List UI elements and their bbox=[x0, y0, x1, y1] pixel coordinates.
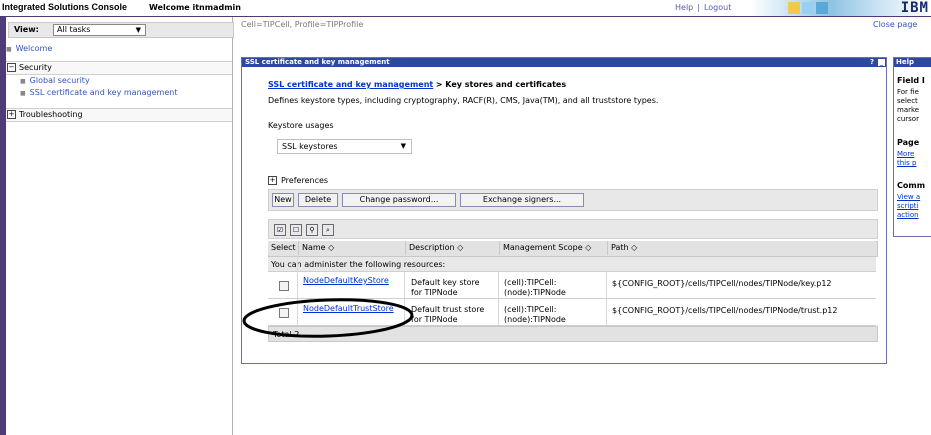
view-select[interactable]: All tasks ▼ bbox=[53, 24, 146, 36]
nav-item-welcome[interactable]: ■ Welcome bbox=[6, 43, 232, 55]
nav-group-label: Security bbox=[19, 63, 52, 72]
keystore-usages-select[interactable]: SSL keystores ▼ bbox=[277, 139, 412, 154]
panel-title: SSL certificate and key management bbox=[245, 58, 390, 66]
nav-group-troubleshooting[interactable]: + Troubleshooting bbox=[6, 108, 232, 122]
close-page-link[interactable]: Close page bbox=[873, 20, 917, 29]
row-description: Default trust store bbox=[411, 305, 485, 314]
panel-description: Defines keystore types, including crypto… bbox=[268, 96, 659, 105]
column-header-select: Select bbox=[268, 241, 299, 255]
row-scope-line2: (node):TIPNode bbox=[504, 315, 566, 324]
column-header-management-scope[interactable]: Management Scope ◇ bbox=[500, 241, 608, 255]
select-all-icon[interactable]: ☑ bbox=[274, 224, 286, 236]
navigation-panel: View: All tasks ▼ ■ Welcome − Security ■ Gl… bbox=[6, 17, 234, 435]
expand-icon: + bbox=[268, 176, 277, 185]
filter-icon[interactable]: ⚲ bbox=[306, 224, 318, 236]
nav-item-label: Welcome bbox=[15, 44, 53, 53]
nav-group-label: Troubleshooting bbox=[19, 110, 83, 119]
chevron-down-icon: ▼ bbox=[400, 142, 406, 150]
decoration-block bbox=[788, 2, 800, 14]
keystore-usages-value: SSL keystores bbox=[282, 142, 338, 151]
help-command-link[interactable]: action bbox=[897, 211, 919, 219]
row-checkbox[interactable] bbox=[279, 281, 289, 291]
nav-group-security[interactable]: − Security bbox=[6, 61, 232, 75]
panel-path: SSL certificate and key management > Key… bbox=[268, 80, 566, 89]
header-links: Help | Logout bbox=[675, 3, 731, 12]
view-select-value: All tasks bbox=[57, 25, 91, 34]
view-row: View: All tasks ▼ bbox=[8, 22, 234, 38]
expand-icon[interactable]: + bbox=[7, 110, 16, 119]
column-divider bbox=[606, 272, 607, 325]
column-header-name[interactable]: Name ◇ bbox=[299, 241, 406, 255]
show-filter-icon[interactable]: ⌕ bbox=[322, 224, 334, 236]
app-title: Integrated Solutions Console bbox=[2, 2, 128, 12]
chevron-down-icon: ▼ bbox=[135, 26, 141, 34]
welcome-text: Welcome itnmadmin bbox=[149, 3, 241, 12]
help-text-line: select bbox=[897, 97, 918, 105]
row-path: ${CONFIG_ROOT}/cells/TIPCell/nodes/TIPNo… bbox=[612, 279, 832, 288]
table-toolbar bbox=[268, 219, 878, 239]
row-scope: (cell):TIPCell: bbox=[504, 278, 557, 287]
help-title: Help bbox=[894, 58, 931, 67]
keystore-name-link[interactable]: NodeDefaultKeyStore bbox=[303, 276, 389, 285]
help-command-link[interactable]: View a bbox=[897, 193, 920, 201]
panel-titlebar: SSL certificate and key management ? _ bbox=[242, 58, 886, 67]
preferences-label: Preferences bbox=[281, 176, 329, 185]
help-panel: Help Field I For fie select marke cursor… bbox=[893, 57, 931, 237]
help-field-heading: Field I bbox=[897, 76, 925, 85]
logout-link[interactable]: Logout bbox=[704, 3, 731, 12]
row-path: ${CONFIG_ROOT}/cells/TIPCell/nodes/TIPNo… bbox=[612, 306, 838, 315]
help-command-heading: Comm bbox=[897, 181, 926, 190]
column-header-description[interactable]: Description ◇ bbox=[406, 241, 500, 255]
column-header-path[interactable]: Path ◇ bbox=[608, 241, 876, 255]
collapse-icon[interactable]: − bbox=[7, 63, 16, 72]
keystore-usages-label: Keystore usages bbox=[268, 121, 334, 130]
breadcrumb: Cell=TIPCell, Profile=TIPProfile bbox=[241, 20, 364, 29]
view-label: View: bbox=[14, 25, 39, 34]
bullet-icon: ■ bbox=[6, 46, 12, 53]
exchange-signers-button[interactable]: Exchange signers... bbox=[460, 193, 584, 207]
nav-item-label: Global security bbox=[29, 76, 90, 85]
nav-item-ssl-certificate[interactable]: ■ SSL certificate and key management bbox=[20, 87, 246, 99]
panel-minimize-icon[interactable]: _ bbox=[878, 59, 885, 66]
help-command-link[interactable]: scripti bbox=[897, 202, 918, 210]
help-this-page-link[interactable]: this p bbox=[897, 159, 916, 167]
annotation-ellipse bbox=[242, 298, 414, 338]
help-more-link[interactable]: More bbox=[897, 150, 914, 158]
preferences-toggle[interactable]: + Preferences bbox=[268, 176, 328, 185]
path-link-ssl[interactable]: SSL certificate and key management bbox=[268, 80, 433, 89]
path-current: > Key stores and certificates bbox=[435, 80, 567, 89]
row-description: Default key store bbox=[411, 278, 480, 287]
help-page-heading: Page bbox=[897, 138, 920, 147]
top-banner: Integrated Solutions Console Welcome itn… bbox=[0, 0, 931, 17]
nav-item-global-security[interactable]: ■ Global security bbox=[20, 75, 246, 87]
panel-help-icon[interactable]: ? bbox=[870, 58, 874, 67]
link-separator: | bbox=[697, 3, 700, 12]
help-text-line: For fie bbox=[897, 88, 919, 96]
change-password-button[interactable]: Change password... bbox=[342, 193, 456, 207]
column-divider bbox=[498, 272, 499, 325]
help-text-line: marke bbox=[897, 106, 920, 114]
row-scope-line2: (node):TIPNode bbox=[504, 288, 566, 297]
administer-row: You can administer the following resourc… bbox=[268, 257, 876, 272]
new-button[interactable]: New bbox=[272, 193, 294, 207]
bullet-icon: ■ bbox=[20, 90, 26, 97]
row-scope: (cell):TIPCell: bbox=[504, 305, 557, 314]
bullet-icon: ■ bbox=[20, 78, 26, 85]
help-text-line: cursor bbox=[897, 115, 919, 123]
decoration-block bbox=[802, 2, 814, 14]
decoration-block bbox=[816, 2, 828, 14]
ibm-logo: IBM bbox=[900, 0, 929, 16]
nav-item-label: SSL certificate and key management bbox=[29, 88, 178, 97]
deselect-all-icon[interactable]: ☐ bbox=[290, 224, 302, 236]
delete-button[interactable]: Delete bbox=[298, 193, 338, 207]
help-link[interactable]: Help bbox=[675, 3, 693, 12]
